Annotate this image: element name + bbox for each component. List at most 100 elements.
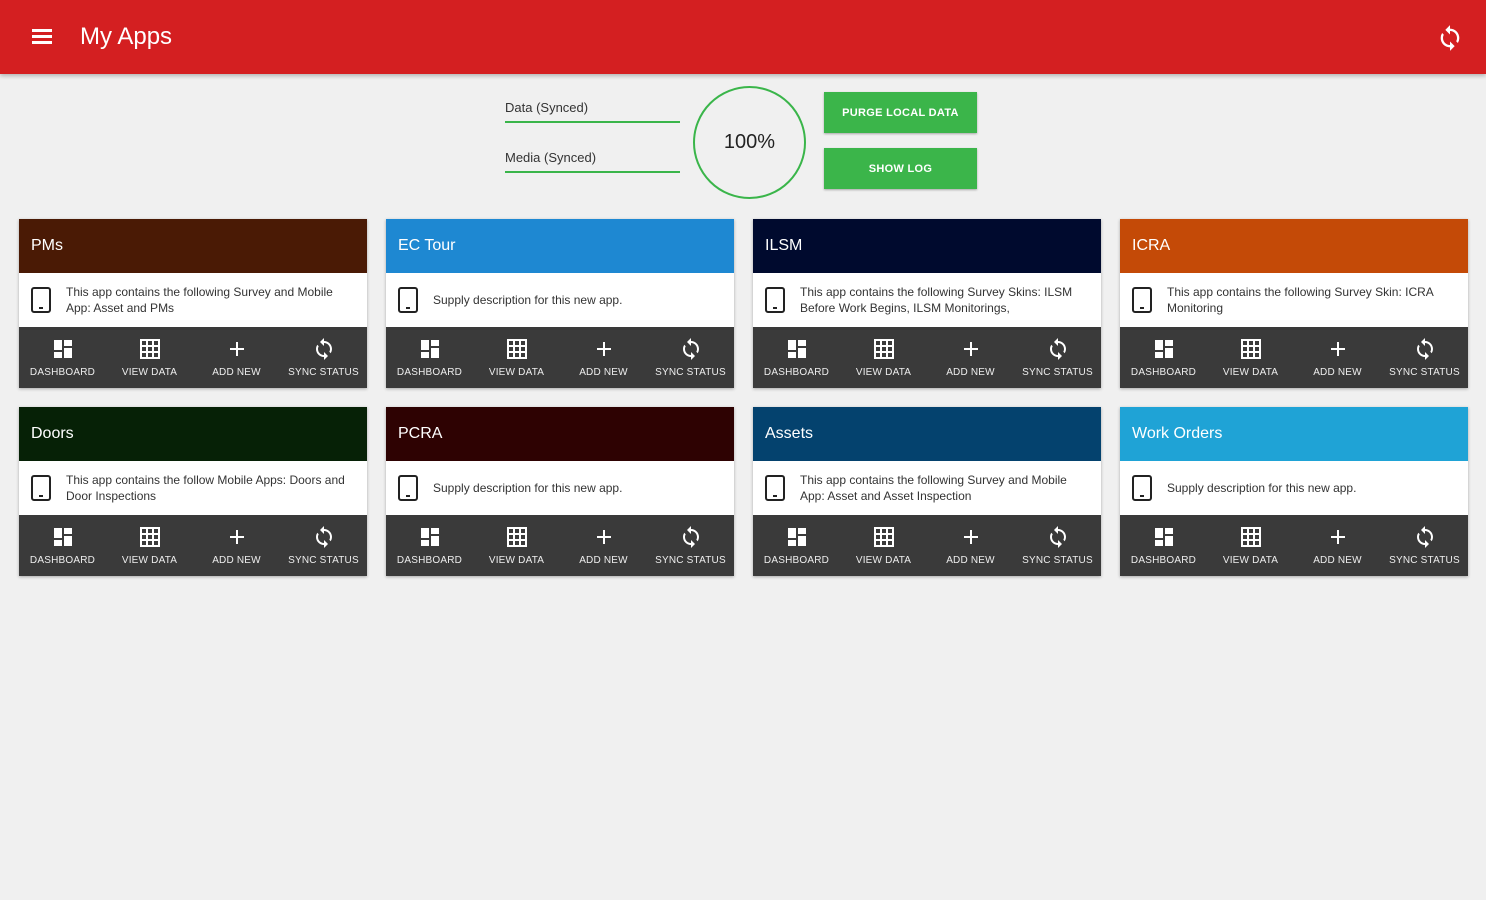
app-card-title: PMs: [31, 237, 63, 254]
app-card-actions: DASHBOARD VIEW DATA ADD NEW SYNC STATUS: [1120, 515, 1468, 576]
sync-status-button[interactable]: SYNC STATUS: [1381, 327, 1468, 388]
app-card-body: This app contains the following Survey S…: [1120, 273, 1468, 327]
sync-status-button[interactable]: SYNC STATUS: [280, 515, 367, 576]
tablet-icon: [398, 475, 418, 501]
view-data-button[interactable]: VIEW DATA: [840, 327, 927, 388]
app-card-description: This app contains the following Survey S…: [800, 285, 1073, 315]
sync-icon: [315, 526, 332, 548]
add-new-button[interactable]: ADD NEW: [1294, 515, 1381, 576]
view-data-button[interactable]: VIEW DATA: [106, 515, 193, 576]
menu-icon[interactable]: [30, 26, 54, 48]
add-new-label: ADD NEW: [579, 555, 628, 566]
dashboard-button[interactable]: DASHBOARD: [753, 515, 840, 576]
app-card: EC Tour Supply description for this new …: [386, 219, 734, 388]
sync-status-button[interactable]: SYNC STATUS: [647, 515, 734, 576]
view-data-button[interactable]: VIEW DATA: [1207, 327, 1294, 388]
dashboard-button[interactable]: DASHBOARD: [1120, 327, 1207, 388]
dashboard-icon: [787, 528, 806, 546]
app-card-body: This app contains the following Survey S…: [753, 273, 1101, 327]
grid-icon: [1240, 527, 1261, 547]
sync-icon: [1416, 526, 1433, 548]
tablet-icon: [765, 287, 785, 313]
add-new-button[interactable]: ADD NEW: [560, 515, 647, 576]
dashboard-label: DASHBOARD: [763, 367, 830, 378]
add-new-button[interactable]: ADD NEW: [560, 327, 647, 388]
view-data-label: VIEW DATA: [488, 367, 545, 378]
app-card-body: Supply description for this new app.: [1120, 461, 1468, 515]
sync-status-label: SYNC STATUS: [655, 555, 726, 566]
dashboard-icon: [53, 528, 72, 546]
app-card: PMs This app contains the following Surv…: [19, 219, 367, 388]
app-card-actions: DASHBOARD VIEW DATA ADD NEW SYNC STATUS: [386, 327, 734, 388]
sync-icon: [682, 338, 699, 360]
view-data-label: VIEW DATA: [1222, 555, 1279, 566]
view-data-button[interactable]: VIEW DATA: [840, 515, 927, 576]
add-new-button[interactable]: ADD NEW: [927, 327, 1014, 388]
app-card-actions: DASHBOARD VIEW DATA ADD NEW SYNC STATUS: [386, 515, 734, 576]
add-new-label: ADD NEW: [946, 555, 995, 566]
view-data-label: VIEW DATA: [488, 555, 545, 566]
view-data-button[interactable]: VIEW DATA: [106, 327, 193, 388]
tablet-icon: [1132, 475, 1152, 501]
app-card-header[interactable]: Assets: [753, 407, 1101, 461]
add-new-label: ADD NEW: [1313, 367, 1362, 378]
add-new-label: ADD NEW: [212, 367, 261, 378]
data-sync-status: Data (Synced): [505, 100, 680, 123]
dashboard-button[interactable]: DASHBOARD: [753, 327, 840, 388]
sync-status-button[interactable]: SYNC STATUS: [280, 327, 367, 388]
app-card-header[interactable]: ILSM: [753, 219, 1101, 273]
plus-icon: [1330, 342, 1345, 356]
view-data-button[interactable]: VIEW DATA: [473, 515, 560, 576]
dashboard-label: DASHBOARD: [29, 555, 96, 566]
add-new-button[interactable]: ADD NEW: [927, 515, 1014, 576]
view-data-button[interactable]: VIEW DATA: [1207, 515, 1294, 576]
sync-status-button[interactable]: SYNC STATUS: [1381, 515, 1468, 576]
dashboard-button[interactable]: DASHBOARD: [19, 327, 106, 388]
add-new-label: ADD NEW: [579, 367, 628, 378]
media-sync-status: Media (Synced): [505, 150, 680, 173]
show-log-button[interactable]: SHOW LOG: [824, 148, 977, 189]
app-card-header[interactable]: Work Orders: [1120, 407, 1468, 461]
app-card-description: Supply description for this new app.: [1167, 481, 1357, 495]
tablet-icon: [1132, 287, 1152, 313]
plus-icon: [963, 530, 978, 544]
dashboard-icon: [53, 340, 72, 358]
sync-status-button[interactable]: SYNC STATUS: [1014, 515, 1101, 576]
app-card-title: PCRA: [398, 425, 443, 442]
dashboard-icon: [420, 528, 439, 546]
dashboard-button[interactable]: DASHBOARD: [19, 515, 106, 576]
app-card: Doors This app contains the follow Mobil…: [19, 407, 367, 576]
grid-icon: [506, 339, 527, 359]
sync-status-button[interactable]: SYNC STATUS: [647, 327, 734, 388]
tablet-icon: [31, 287, 51, 313]
app-card-title: Work Orders: [1132, 425, 1223, 442]
app-card-title: EC Tour: [398, 237, 456, 254]
view-data-label: VIEW DATA: [855, 367, 912, 378]
plus-icon: [596, 530, 611, 544]
app-card: ILSM This app contains the following Sur…: [753, 219, 1101, 388]
app-card-header[interactable]: PCRA: [386, 407, 734, 461]
sync-status-label: SYNC STATUS: [288, 555, 359, 566]
add-new-button[interactable]: ADD NEW: [1294, 327, 1381, 388]
tablet-icon: [398, 287, 418, 313]
view-data-button[interactable]: VIEW DATA: [473, 327, 560, 388]
app-card-header[interactable]: PMs: [19, 219, 367, 273]
app-card-header[interactable]: Doors: [19, 407, 367, 461]
add-new-button[interactable]: ADD NEW: [193, 327, 280, 388]
app-card-actions: DASHBOARD VIEW DATA ADD NEW SYNC STATUS: [19, 515, 367, 576]
sync-icon: [1416, 338, 1433, 360]
app-card-description: Supply description for this new app.: [433, 481, 623, 495]
add-new-button[interactable]: ADD NEW: [193, 515, 280, 576]
app-card-header[interactable]: ICRA: [1120, 219, 1468, 273]
sync-status-button[interactable]: SYNC STATUS: [1014, 327, 1101, 388]
sync-icon: [1049, 526, 1066, 548]
sync-icon: [1049, 338, 1066, 360]
dashboard-button[interactable]: DASHBOARD: [386, 515, 473, 576]
view-data-label: VIEW DATA: [1222, 367, 1279, 378]
purge-local-data-button[interactable]: PURGE LOCAL DATA: [824, 92, 977, 133]
plus-icon: [963, 342, 978, 356]
app-card-header[interactable]: EC Tour: [386, 219, 734, 273]
sync-icon[interactable]: [1436, 24, 1464, 52]
dashboard-button[interactable]: DASHBOARD: [1120, 515, 1207, 576]
dashboard-button[interactable]: DASHBOARD: [386, 327, 473, 388]
